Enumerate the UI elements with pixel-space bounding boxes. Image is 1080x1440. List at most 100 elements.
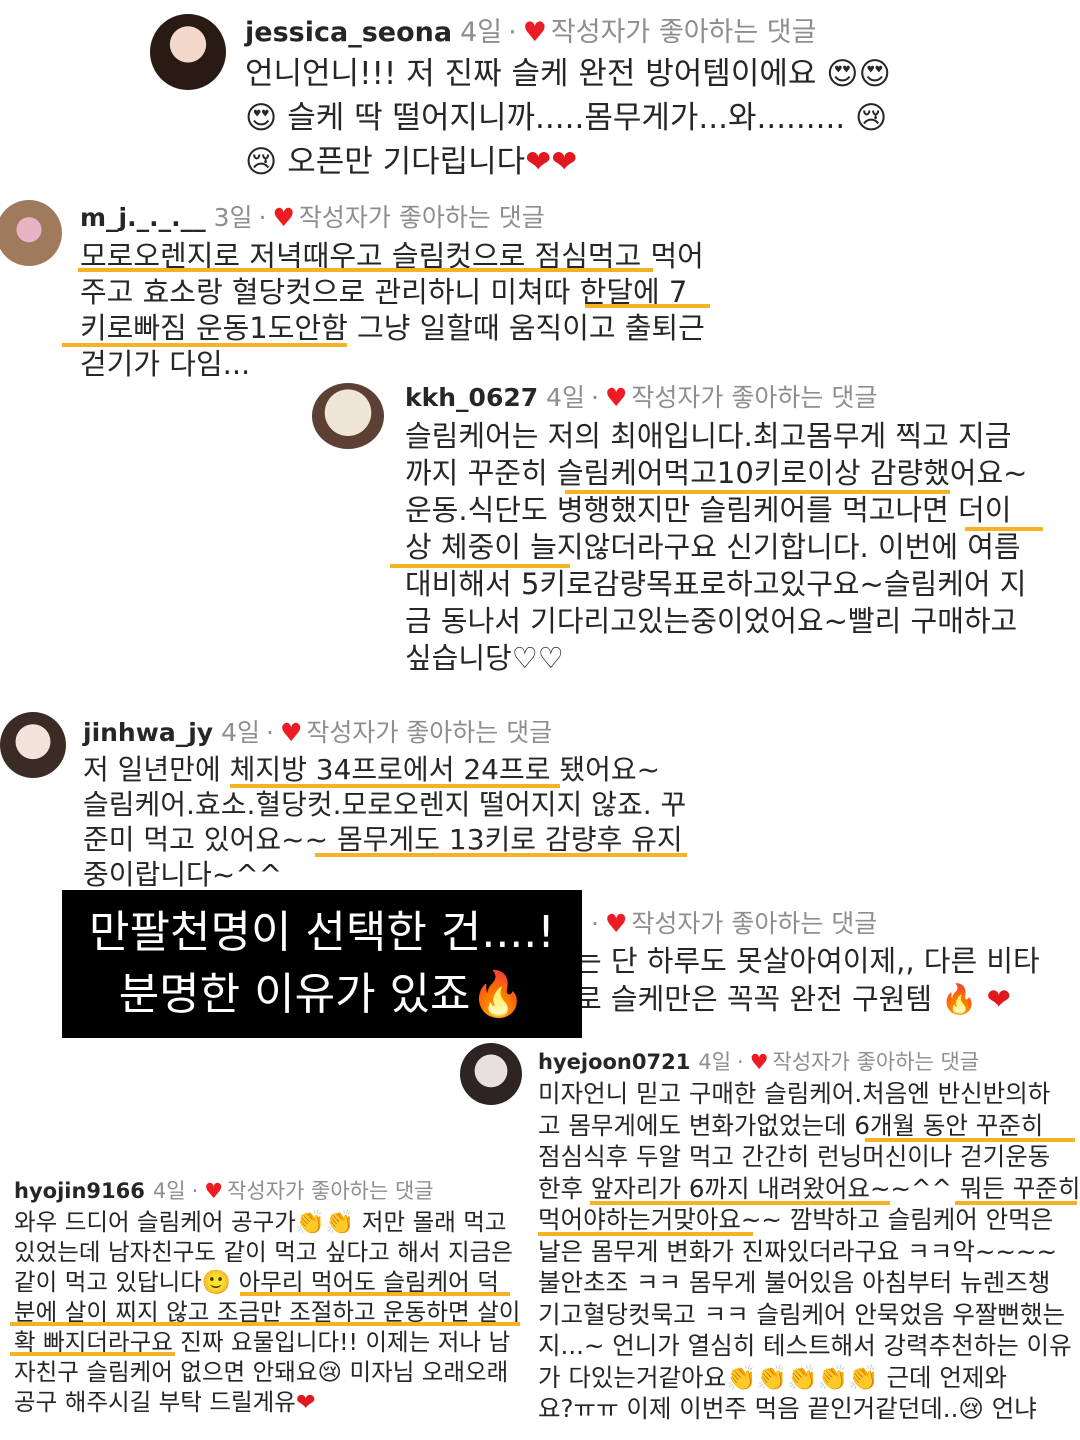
text-line: 날은 몸무게 변화가 진짜있더라구요 ㅋㅋ악~~~~ [538, 1236, 1057, 1266]
liked-by-author-label: 작성자가 좋아하는 댓글 [631, 909, 878, 938]
crying-emoji: 😢 [958, 1394, 984, 1423]
red-heart-emoji: ❤ [551, 144, 578, 180]
username[interactable]: jessica_seona [245, 17, 452, 48]
text-line: 공구 해주시길 부탁 드릴게유 [14, 1388, 296, 1416]
highlight-underline [10, 1322, 520, 1326]
comment-text: 미자언니 믿고 구매한 슬림케어.처음엔 반신반의하 고 몸무게에도 변화가없었… [538, 1078, 1080, 1425]
comment-text: 는 단 하루도 못살아여이제,, 다른 비타 로 슬케만은 꼭꼭 완전 구원템 … [575, 942, 1040, 1018]
avatar[interactable] [460, 1043, 522, 1105]
highlight-underline [538, 1232, 753, 1236]
avatar[interactable] [0, 200, 62, 266]
text-line: 슬케 딱 떨어지니까.....몸무게가...와......... [287, 100, 846, 136]
avatar[interactable] [0, 712, 66, 778]
timestamp: 4일 [546, 383, 586, 412]
highlight-underline [10, 1352, 175, 1356]
text-line: 걷기가 다임... [80, 347, 251, 381]
text-line: 있었는데 남자친구도 같이 먹고 싶다고 해서 지금은 [14, 1238, 513, 1266]
heart-icon: ♥ [605, 383, 628, 412]
username[interactable]: hyojin9166 [14, 1179, 145, 1203]
username[interactable]: kkh_0627 [405, 383, 538, 412]
smile-emoji: 🙂 [201, 1268, 232, 1296]
liked-by-author-label: 작성자가 좋아하는 댓글 [306, 718, 553, 747]
crying-emoji: 😢 [855, 100, 888, 136]
comment-meta: jessica_seona 4일 · ♥ 작성자가 좋아하는 댓글 [245, 17, 817, 48]
comment-text: 언니언니!!! 저 진짜 슬케 완전 방어템이에요 😍😍 😍 슬케 딱 떨어지니… [245, 52, 891, 184]
overlay-line-2: 분명한 이유가 있죠🔥 [118, 969, 526, 1020]
heart-eyes-emoji: 😍 [245, 100, 278, 136]
text-line: 중이랍니다~^^ [83, 858, 283, 891]
avatar[interactable] [312, 383, 384, 449]
clapping-emoji: 👏 [325, 1208, 355, 1236]
comment-text: 저 일년만에 체지방 34프로에서 24프로 됐어요~ 슬림케어.효소.혈당컷.… [83, 752, 686, 892]
highlight-underline [62, 343, 347, 347]
avatar[interactable] [150, 14, 226, 90]
text-line: 먹어야하는거맞아요~~ 깜박하고 슬림케어 안먹은 [538, 1205, 1054, 1234]
highlight-underline [315, 853, 687, 857]
text-line: 미자언니 믿고 구매한 슬림케어.처음엔 반신반의하 [538, 1079, 1051, 1108]
liked-by-author-label: 작성자가 좋아하는 댓글 [550, 17, 817, 48]
highlight-underline [240, 1292, 510, 1296]
timestamp: 4일 [152, 1179, 186, 1203]
text-line: 언니언니!!! 저 진짜 슬케 완전 방어템이에요 [245, 56, 817, 92]
text-line: 저만 몰래 먹고 [361, 1208, 507, 1236]
text-line: 슬림케어.효소.혈당컷.모로오렌지 떨어지지 않죠. 꾸 [83, 788, 687, 821]
text-line: 기고혈당컷묵고 ㅋㅋ 슬림케어 안묵었음 우짤뻔했는 [538, 1299, 1066, 1329]
heart-icon: ♥ [604, 909, 628, 938]
comment-text: 슬림케어는 저의 최애입니다.최고몸무게 찍고 지금 까지 꾸준히 슬림케어먹고… [405, 418, 1027, 677]
clapping-emoji: 👏 [817, 1362, 849, 1392]
text-line: 슬림케어는 저의 최애입니다.최고몸무게 찍고 지금 [405, 419, 1012, 453]
text-line: 준미 먹고 있어요~~ 몸무게도 13키로 감량후 유지 [83, 823, 683, 856]
text-line: 대비해서 5키로감량목표로하고있구요~슬림케어 지 [405, 567, 1027, 601]
text-line: 한후 앞자리가 6까지 내려왔어요~~^^ 뭐든 꾸준히 [538, 1173, 1080, 1203]
heart-icon: ♥ [204, 1179, 224, 1203]
heart-icon: ♥ [522, 17, 547, 48]
clapping-emoji: 👏 [787, 1362, 818, 1392]
text-line: 저 일년만에 체지방 34프로에서 24프로 됐어요~ [83, 753, 661, 786]
text-line: 점심식후 두알 먹고 간간히 런닝머신이나 걷기운동 [538, 1142, 1051, 1171]
crying-emoji: 😢 [317, 1358, 342, 1386]
text-line: 미자님 오래오래 [349, 1358, 509, 1386]
liked-by-author-label: 작성자가 좋아하는 댓글 [227, 1179, 434, 1203]
text-line: 요?ㅠㅠ 이제 이번주 먹음 끝인거같던데.. [538, 1394, 959, 1423]
red-heart-emoji: ❤ [986, 982, 1011, 1016]
fire-emoji: 🔥 [941, 982, 978, 1016]
text-line: 로 슬케만은 꼭꼭 완전 구원템 [575, 982, 933, 1016]
highlight-underline [565, 490, 950, 494]
promo-overlay: 만팔천명이 선택한 건....! 분명한 이유가 있죠🔥 [62, 890, 582, 1038]
comment-text: 모로오렌지로 저녁때우고 슬림컷으로 점심먹고 먹어 주고 효소랑 혈당컷으로 … [80, 238, 705, 382]
username[interactable]: m_j._._.__ [80, 203, 206, 232]
username[interactable]: jinhwa_jy [83, 718, 213, 747]
highlight-underline [965, 527, 1043, 531]
text-line: 고 몸무게에도 변화가없었는데 6개월 동안 꾸준히 [538, 1110, 1044, 1140]
heart-icon: ♥ [749, 1050, 769, 1074]
timestamp: 3일 [213, 203, 253, 232]
comment-meta: kkh_0627 4일 · ♥ 작성자가 좋아하는 댓글 [405, 383, 878, 412]
text-line: 오픈만 기다립니다 [287, 144, 526, 180]
text-line: 자친구 슬림케어 없으면 안돼요 [14, 1358, 318, 1386]
text-line: 는 단 하루도 못살아여이제,, 다른 비타 [575, 944, 1040, 978]
text-line: 와우 드디어 슬림케어 공구가 [14, 1208, 296, 1236]
highlight-underline [955, 1201, 1077, 1205]
text-line: 지...~ 언니가 열심히 테스트해서 강력추천하는 이유 [538, 1331, 1072, 1360]
text-line: 금 동나서 기다리고있는중이었어요~빨리 구매하고 [405, 604, 1018, 638]
comment-text: 와우 드디어 슬림케어 공구가👏👏 저만 몰래 먹고 있었는데 남자친구도 같이… [14, 1207, 520, 1417]
text-line: 운동.식단도 병행했지만 슬림케어를 먹고나면 더이 [405, 493, 1012, 527]
highlight-underline [585, 304, 710, 308]
text-line: 키로빠짐 운동1도안함 그냥 일할때 움직이고 출퇴근 [80, 311, 705, 345]
highlight-underline [590, 1201, 890, 1205]
text-line: 근데 언제와 [886, 1362, 1007, 1392]
highlight-underline [230, 784, 560, 788]
text-line: 언냐 [991, 1394, 1037, 1423]
liked-by-author-label: 작성자가 좋아하는 댓글 [631, 383, 878, 412]
timestamp: 4일 [460, 17, 503, 48]
text-line: 상 체중이 늘지않더라구요 신기합니다. 이번에 여름 [405, 530, 1021, 564]
username[interactable]: hyejoon0721 [538, 1050, 690, 1074]
heart-icon: ♥ [279, 718, 303, 747]
red-heart-emoji: ❤ [295, 1388, 316, 1416]
comment-meta: · ♥ 작성자가 좋아하는 댓글 [591, 909, 878, 938]
comment-meta: hyejoon0721 4일 · ♥ 작성자가 좋아하는 댓글 [538, 1050, 980, 1074]
heart-eyes-emoji: 😍 [858, 56, 891, 92]
timestamp: 4일 [221, 718, 260, 747]
liked-by-author-label: 작성자가 좋아하는 댓글 [298, 203, 545, 232]
heart-eyes-emoji: 😍 [826, 56, 859, 92]
